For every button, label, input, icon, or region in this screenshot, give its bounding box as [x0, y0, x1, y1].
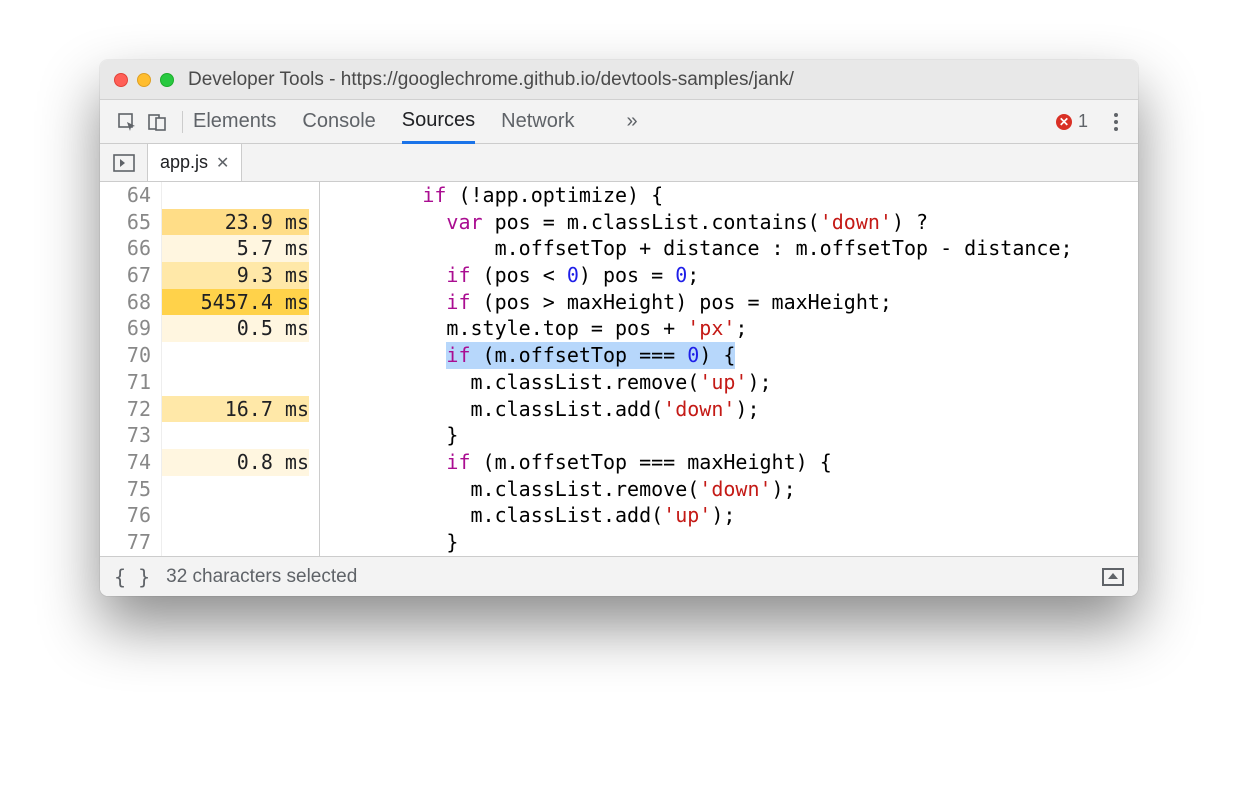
- line-timing: [162, 182, 309, 209]
- inspect-element-icon[interactable]: [112, 107, 142, 137]
- tab-console[interactable]: Console: [302, 100, 375, 143]
- line-number: 64: [100, 182, 151, 209]
- line-timing: 16.7 ms: [162, 396, 309, 423]
- code-line[interactable]: }: [326, 422, 1138, 449]
- line-number: 75: [100, 476, 151, 503]
- line-number: 73: [100, 422, 151, 449]
- navigator-toggle-button[interactable]: [100, 144, 148, 181]
- line-timing: 23.9 ms: [162, 209, 309, 236]
- line-number: 69: [100, 315, 151, 342]
- code-line[interactable]: m.classList.add('up');: [326, 502, 1138, 529]
- window-zoom-button[interactable]: [160, 73, 174, 87]
- timing-gutter: 23.9 ms5.7 ms9.3 ms5457.4 ms0.5 ms 16.7 m…: [162, 182, 320, 556]
- device-toolbar-icon[interactable]: [142, 107, 172, 137]
- panel-tabs: Elements Console Sources Network »: [193, 100, 638, 143]
- file-tab-app-js[interactable]: app.js ✕: [148, 144, 242, 181]
- line-number: 67: [100, 262, 151, 289]
- settings-menu-button[interactable]: [1106, 113, 1126, 131]
- devtools-window: Developer Tools - https://googlechrome.g…: [100, 60, 1138, 596]
- code-line[interactable]: m.classList.remove('down');: [326, 476, 1138, 503]
- code-line[interactable]: }: [326, 529, 1138, 556]
- error-icon: ✕: [1056, 114, 1072, 130]
- code-line[interactable]: m.style.top = pos + 'px';: [326, 315, 1138, 342]
- line-number-gutter: 6465666768697071727374757677: [100, 182, 162, 556]
- pretty-print-button[interactable]: { }: [114, 565, 150, 589]
- code-line[interactable]: if (pos > maxHeight) pos = maxHeight;: [326, 289, 1138, 316]
- code-area[interactable]: if (!app.optimize) { var pos = m.classLi…: [320, 182, 1138, 556]
- line-number: 72: [100, 396, 151, 423]
- window-close-button[interactable]: [114, 73, 128, 87]
- line-number: 66: [100, 235, 151, 262]
- line-timing: [162, 476, 309, 503]
- window-titlebar: Developer Tools - https://googlechrome.g…: [100, 60, 1138, 100]
- line-number: 77: [100, 529, 151, 556]
- line-timing: 5457.4 ms: [162, 289, 309, 316]
- code-line[interactable]: var pos = m.classList.contains('down') ?: [326, 209, 1138, 236]
- line-timing: 5.7 ms: [162, 235, 309, 262]
- line-number: 71: [100, 369, 151, 396]
- line-number: 74: [100, 449, 151, 476]
- code-line[interactable]: if (m.offsetTop === maxHeight) {: [326, 449, 1138, 476]
- line-number: 65: [100, 209, 151, 236]
- status-bar: { } 32 characters selected: [100, 556, 1138, 596]
- code-line[interactable]: if (m.offsetTop === 0) {: [326, 342, 1138, 369]
- line-timing: 9.3 ms: [162, 262, 309, 289]
- line-timing: [162, 342, 309, 369]
- code-line[interactable]: if (!app.optimize) {: [326, 182, 1138, 209]
- line-timing: 0.5 ms: [162, 315, 309, 342]
- tab-sources[interactable]: Sources: [402, 101, 475, 144]
- line-number: 76: [100, 502, 151, 529]
- line-timing: [162, 529, 309, 556]
- toolbar-separator: [182, 111, 183, 133]
- window-minimize-button[interactable]: [137, 73, 151, 87]
- code-line[interactable]: m.classList.add('down');: [326, 396, 1138, 423]
- line-number: 68: [100, 289, 151, 316]
- code-line[interactable]: m.classList.remove('up');: [326, 369, 1138, 396]
- close-tab-icon[interactable]: ✕: [216, 153, 229, 173]
- more-tabs-button[interactable]: »: [627, 110, 638, 133]
- file-tab-strip: app.js ✕: [100, 144, 1138, 182]
- error-count-badge[interactable]: ✕ 1: [1056, 111, 1088, 132]
- line-number: 70: [100, 342, 151, 369]
- file-tab-label: app.js: [160, 152, 208, 173]
- traffic-lights: [114, 73, 174, 87]
- error-count-text: 1: [1078, 111, 1088, 132]
- main-toolbar: Elements Console Sources Network » ✕ 1: [100, 100, 1138, 144]
- code-line[interactable]: if (pos < 0) pos = 0;: [326, 262, 1138, 289]
- line-timing: [162, 369, 309, 396]
- line-timing: [162, 422, 309, 449]
- tab-elements[interactable]: Elements: [193, 100, 276, 143]
- selection-status: 32 characters selected: [166, 566, 357, 588]
- code-line[interactable]: m.offsetTop + distance : m.offsetTop - d…: [326, 235, 1138, 262]
- source-editor[interactable]: 6465666768697071727374757677 23.9 ms5.7 …: [100, 182, 1138, 556]
- line-timing: 0.8 ms: [162, 449, 309, 476]
- window-title: Developer Tools - https://googlechrome.g…: [188, 69, 1124, 91]
- line-timing: [162, 502, 309, 529]
- drawer-toggle-button[interactable]: [1102, 568, 1124, 586]
- tab-network[interactable]: Network: [501, 100, 574, 143]
